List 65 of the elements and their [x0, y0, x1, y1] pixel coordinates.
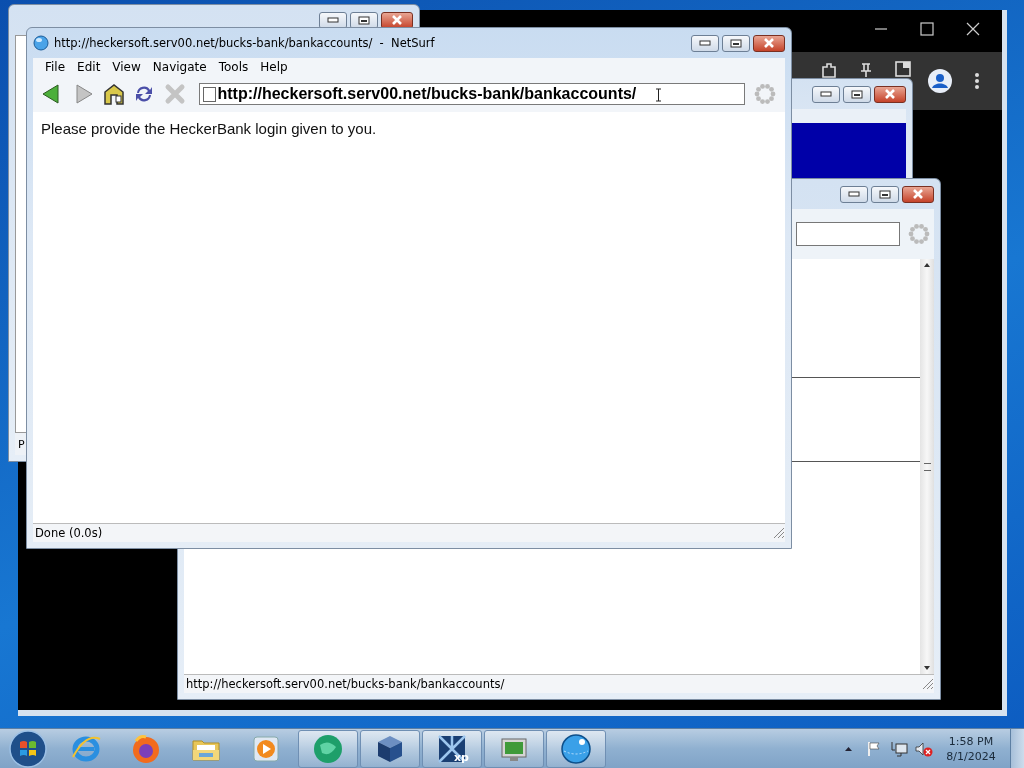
- menu-item[interactable]: Edit: [71, 60, 107, 74]
- minimize-button[interactable]: [812, 85, 840, 103]
- scrollbar[interactable]: [920, 259, 934, 674]
- page-text: Please provide the HeckerBank login given to you.: [41, 120, 378, 137]
- clock-time[interactable]: 1:58 PM: [948, 734, 994, 749]
- minimize-icon: [699, 40, 711, 46]
- minimize-button[interactable]: [691, 34, 719, 52]
- close-icon: [912, 189, 924, 199]
- resize-grip-icon[interactable]: [922, 678, 934, 690]
- address-field[interactable]: http://heckersoft.serv00.net/bucks-bank/bankaccounts/: [198, 83, 746, 105]
- maximize-button[interactable]: [871, 185, 899, 203]
- play-icon[interactable]: [250, 733, 282, 765]
- close-icon: [884, 89, 896, 99]
- maximize-icon: [851, 89, 863, 99]
- square-icon[interactable]: [894, 61, 911, 77]
- puzzle-icon[interactable]: [819, 61, 838, 79]
- globe-icon[interactable]: [560, 733, 592, 765]
- menu-item[interactable]: Tools: [212, 60, 255, 74]
- taskbar-button[interactable]: [546, 730, 606, 768]
- window-tile-icon[interactable]: [436, 733, 468, 765]
- network-icon[interactable]: [889, 741, 908, 757]
- house-icon[interactable]: [102, 83, 125, 105]
- menu-icon[interactable]: [973, 72, 980, 90]
- status-text: P: [18, 437, 25, 451]
- close-icon[interactable]: [966, 22, 980, 36]
- minimize-icon: [327, 17, 339, 23]
- maximize-button[interactable]: [843, 85, 871, 103]
- close-icon: [391, 15, 403, 25]
- close-button[interactable]: [874, 85, 906, 103]
- menu-item[interactable]: Help: [254, 60, 294, 74]
- pin-icon[interactable]: [858, 61, 873, 79]
- flag-icon[interactable]: [865, 741, 882, 757]
- show-desktop-button[interactable]: [1010, 729, 1024, 768]
- profile-icon[interactable]: [927, 69, 952, 93]
- resize-grip-icon[interactable]: [773, 527, 785, 539]
- throbber-icon: [908, 223, 930, 245]
- status-text: Done (0.0s): [35, 526, 104, 540]
- maximize-icon: [358, 15, 370, 25]
- maximize-icon: [730, 38, 742, 48]
- globe-icon: [33, 35, 49, 51]
- start-button[interactable]: [9, 730, 47, 768]
- sphere-icon[interactable]: [312, 733, 344, 765]
- close-button[interactable]: [753, 34, 785, 52]
- flame-globe-icon[interactable]: [130, 733, 162, 765]
- minimize-icon: [820, 91, 832, 97]
- address-field[interactable]: [796, 222, 900, 246]
- minimize-icon: [848, 191, 860, 197]
- minimize-button[interactable]: [840, 185, 868, 203]
- throbber-icon: [754, 83, 777, 105]
- window-title: http://heckersoft.serv00.net/bucks-bank/bankaccounts/ - NetSurf: [54, 36, 435, 50]
- caret-icon[interactable]: [844, 746, 853, 752]
- maximize-icon[interactable]: [920, 22, 934, 36]
- menu-item[interactable]: Navigate: [146, 60, 213, 74]
- maximize-icon: [879, 189, 891, 199]
- status-text: http://heckersoft.serv00.net/bucks-bank/bankaccounts/: [186, 677, 506, 691]
- close-icon: [763, 38, 775, 48]
- icon-label: xp: [454, 751, 469, 764]
- menu-item[interactable]: File: [39, 60, 72, 74]
- clock-date[interactable]: 8/1/2024: [946, 749, 996, 764]
- taskbar-button[interactable]: [360, 730, 420, 768]
- close-button[interactable]: [902, 185, 934, 203]
- text-cursor-icon: [654, 88, 662, 102]
- menu-item[interactable]: View: [106, 60, 147, 74]
- maximize-button[interactable]: [722, 34, 750, 52]
- speaker-muted-icon[interactable]: [914, 741, 933, 757]
